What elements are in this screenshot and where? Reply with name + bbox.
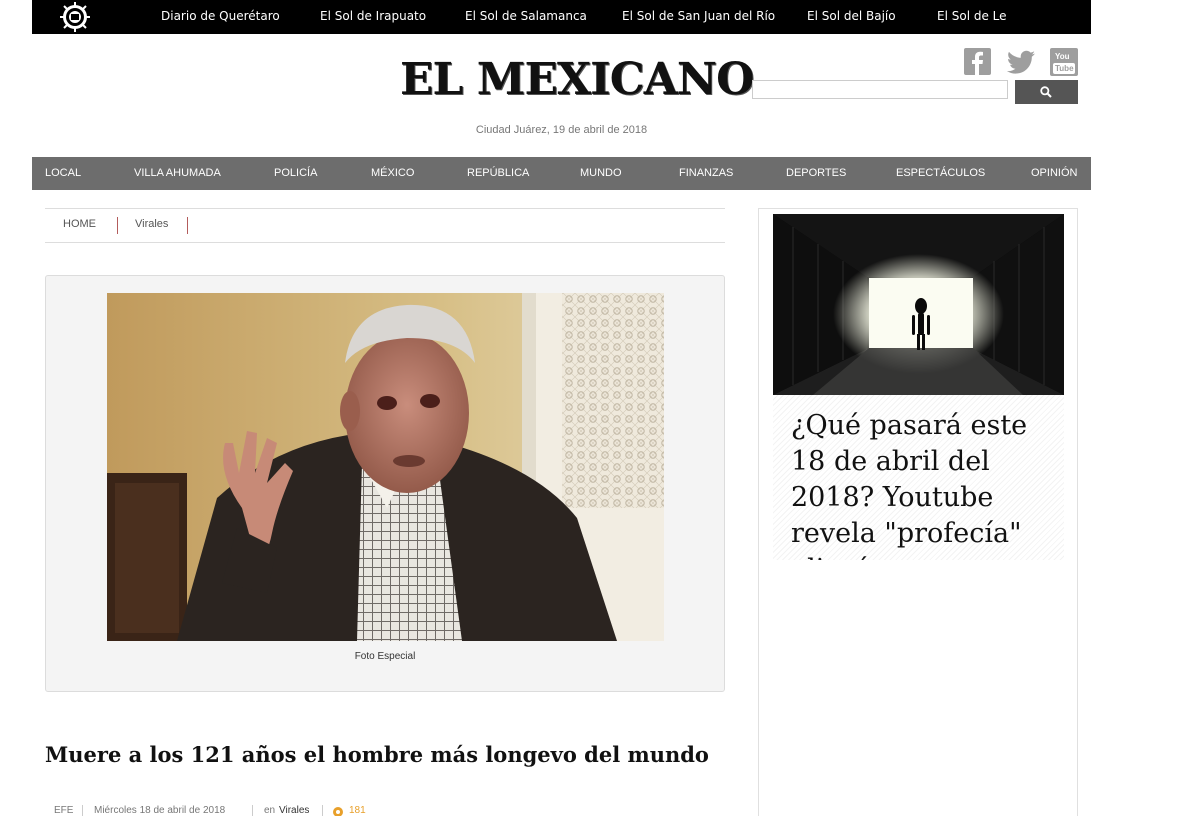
nav-item-villa-ahumada[interactable]: VILLA AHUMADA [134,157,221,190]
article-headline: Muere a los 121 años el hombre más longe… [45,742,709,767]
nav-item-local[interactable]: LOCAL [45,157,81,190]
meta-separator [82,805,83,816]
breadcrumb-separator [117,217,118,234]
nav-item-republica[interactable]: REPÚBLICA [467,157,529,190]
nav-item-policia[interactable]: POLICÍA [274,157,317,190]
nav-item-mexico[interactable]: MÉXICO [371,157,414,190]
featured-photo[interactable] [107,293,664,641]
article-date: Miércoles 18 de abril de 2018 [94,805,226,816]
nav-item-finanzas[interactable]: FINANZAS [679,157,733,190]
network-link-queretaro[interactable]: Diario de Querétaro [161,0,280,34]
article-section-prefix: en [264,805,276,816]
featured-image-box: Foto Especial [45,275,725,692]
nav-item-mundo[interactable]: MUNDO [580,157,622,190]
sidebar-promo[interactable]: ¿Qué pasará este 18 de abril del 2018? Y… [773,214,1064,560]
network-link-san-juan[interactable]: El Sol de San Juan del Río [622,0,775,34]
network-link-leon[interactable]: El Sol de Le [937,0,1007,34]
nav-item-espectaculos[interactable]: ESPECTÁCULOS [896,157,985,190]
oem-logo-icon[interactable] [60,2,90,32]
svg-text:Tube: Tube [1055,64,1074,73]
meta-separator [322,805,323,816]
breadcrumb-section[interactable]: Virales [135,218,168,230]
network-bar: Diario de Querétaro El Sol de Irapuato E… [32,0,1091,34]
promo-headline[interactable]: ¿Qué pasará este 18 de abril del 2018? Y… [791,408,1061,560]
breadcrumb-separator [187,217,188,234]
tunnel-alien-image [773,214,1064,395]
meta-separator [252,805,253,816]
nav-item-opinion[interactable]: OPINIÓN [1031,157,1077,190]
breadcrumb: HOME Virales [45,208,725,243]
search-icon [1040,86,1052,98]
search-input[interactable] [752,80,1008,99]
sidebar: ¿Qué pasará este 18 de abril del 2018? Y… [758,208,1078,816]
dateline: Ciudad Juárez, 19 de abril de 2018 [475,124,648,136]
breadcrumb-home[interactable]: HOME [63,218,96,230]
youtube-icon[interactable]: You Tube [1050,48,1078,76]
article-views: 181 [349,805,366,816]
network-link-irapuato[interactable]: El Sol de Irapuato [320,0,426,34]
promo-text-panel: ¿Qué pasará este 18 de abril del 2018? Y… [773,395,1064,560]
facebook-icon[interactable] [964,48,991,75]
promo-image [773,214,1064,395]
network-link-bajio[interactable]: El Sol del Bajío [807,0,896,34]
article-section-link[interactable]: Virales [279,805,309,816]
article-author: EFE [54,805,74,816]
svg-text:You: You [1055,52,1070,61]
network-link-salamanca[interactable]: El Sol de Salamanca [465,0,587,34]
search-button[interactable] [1015,80,1078,104]
masthead-logo[interactable]: EL MEXICANO [400,52,754,108]
main-nav: LOCAL VILLA AHUMADA POLICÍA MÉXICO REPÚB… [32,157,1091,190]
elderly-man-photo [107,293,664,641]
photo-caption: Foto Especial [354,651,416,662]
nav-item-deportes[interactable]: DEPORTES [786,157,846,190]
views-icon [333,807,343,816]
twitter-icon[interactable] [1007,49,1035,76]
